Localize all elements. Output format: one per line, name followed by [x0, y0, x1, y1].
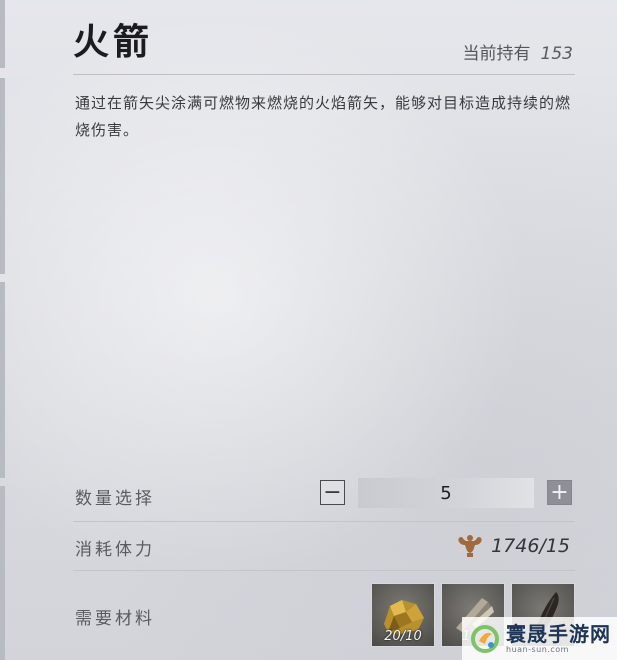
minus-icon: −	[323, 479, 342, 505]
side-frame-segment	[0, 0, 5, 68]
strength-icon	[458, 535, 482, 557]
increase-button[interactable]: +	[547, 480, 572, 505]
item-title: 火箭	[73, 21, 154, 63]
watermark-name: 寰晟手游网	[506, 622, 611, 646]
stamina-label: 消耗体力	[75, 540, 155, 560]
material-count: 20/10	[384, 629, 422, 644]
side-frame-segment	[0, 282, 5, 478]
decrease-button[interactable]: −	[320, 480, 345, 505]
quantity-value-field[interactable]: 5	[358, 478, 534, 508]
materials-label: 需要材料	[75, 609, 155, 629]
held-label: 当前持有	[462, 44, 531, 64]
watermark-url: huan-sun.com	[506, 645, 569, 654]
held-number: 153	[540, 44, 573, 64]
item-description: 通过在箭矢尖涂满可燃物来燃烧的火焰箭矢，能够对目标造成持续的燃烧伤害。	[75, 94, 572, 139]
material-slot[interactable]: 20/10	[371, 583, 435, 647]
side-frame-segment	[0, 486, 5, 660]
site-logo-icon	[471, 624, 499, 653]
site-watermark: 寰晟手游网 huan-sun.com	[462, 617, 617, 660]
stamina-value: 1746/15	[491, 535, 570, 557]
side-frame-segment	[0, 78, 5, 274]
quantity-value: 5	[440, 482, 452, 504]
title-divider	[73, 74, 575, 75]
quantity-label: 数量选择	[75, 489, 155, 509]
row-divider	[73, 521, 575, 522]
held-count: 当前持有 153	[463, 42, 573, 66]
stamina-cost: 1746/15	[455, 533, 570, 559]
row-divider	[73, 570, 575, 571]
plus-icon: +	[550, 479, 569, 505]
